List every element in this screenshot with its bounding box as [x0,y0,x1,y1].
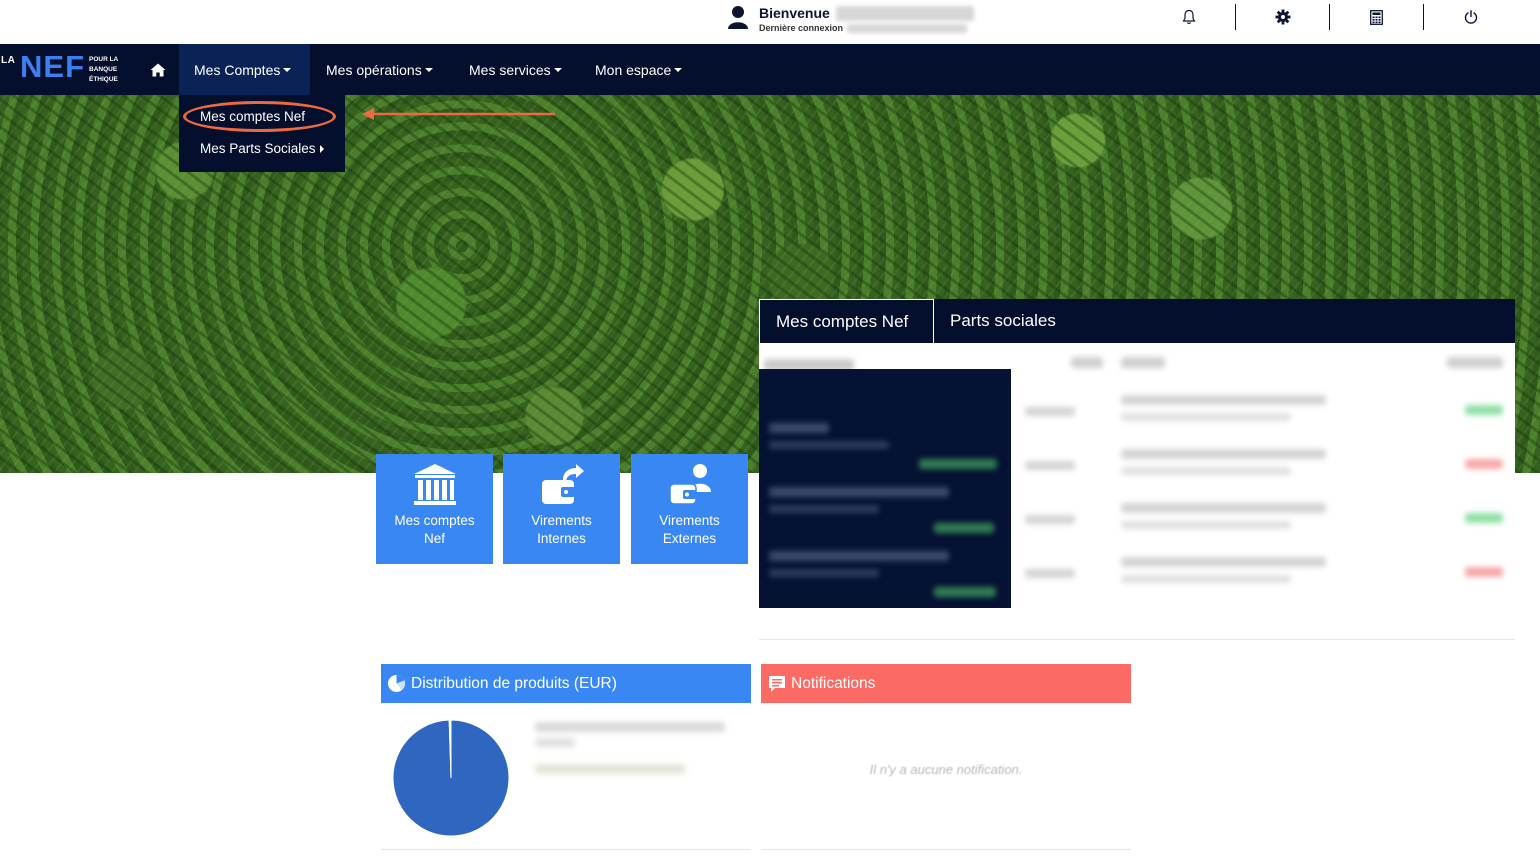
menu-item-mes-parts-sociales[interactable]: Mes Parts Sociales [200,141,324,156]
redacted-legend [535,722,725,732]
caret-down-icon [553,67,562,72]
redacted-date [1025,569,1075,578]
tab-label: Parts sociales [950,311,1056,330]
settings-button[interactable] [1236,4,1329,30]
distribution-header: Distribution de produits (EUR) [381,664,751,703]
distribution-pie-chart[interactable] [386,713,516,843]
notifications-empty-text: Il n'y a aucune notification. [869,762,1023,777]
nav-mes-operations[interactable]: Mes opérations [326,44,433,95]
redacted-label [1121,521,1291,529]
nav-mes-services[interactable]: Mes services [469,44,562,95]
wallet-transfer-icon [541,464,584,504]
distribution-title: Distribution de produits (EUR) [411,674,617,692]
logo-tagline-1: POUR LA [89,56,119,63]
tile-mes-comptes-nef[interactable]: Mes comptes Nef [376,454,493,564]
tile-label-line1: Virements [531,513,592,528]
top-icons [1142,4,1517,30]
redacted-legend [535,764,685,774]
caret-down-icon [424,67,433,72]
tile-label-line1: Virements [659,513,720,528]
nav-item-label: Mes services [469,61,551,78]
last-login-label: Dernière connexion [759,23,844,33]
redacted-amount [1465,567,1503,577]
pie-chart-icon [388,674,406,692]
calculator-button[interactable] [1330,4,1423,30]
tile-label-line2: Internes [537,531,586,546]
notifications-card: Notifications Il n'y a aucune notificati… [761,664,1131,850]
nav-mon-espace[interactable]: Mon espace [595,44,683,95]
gear-icon [1275,9,1290,25]
user-icon [728,6,748,29]
tile-label-line2: Externes [662,531,717,546]
redacted-amount [1465,405,1503,415]
logo-prefix: LA [1,55,16,66]
top-bar: Bienvenue Dernière connexion [0,0,1540,44]
caret-down-icon [674,67,683,72]
tile-virements-internes[interactable]: Virements Internes [503,454,620,564]
notifications-button[interactable] [1142,4,1235,30]
menu-item-label: Mes Parts Sociales [200,141,316,156]
logo-tagline-3: ÉTHIQUE [89,76,118,83]
main-nav: LA NEF POUR LA BANQUE ÉTHIQUE Mes Compte… [0,44,1540,95]
distribution-card: Distribution de produits (EUR) [381,664,751,850]
nav-item-label: Mon espace [595,61,672,78]
redacted-amount [1465,459,1503,469]
bell-icon [1181,9,1196,24]
caret-right-icon [319,144,324,153]
redacted-date [1025,461,1075,470]
redacted-header [1447,357,1503,368]
message-icon [769,675,785,692]
wallet-user-icon [668,464,711,505]
nef-logo[interactable]: LA NEF POUR LA BANQUE ÉTHIQUE [0,44,130,95]
tab-parts-sociales[interactable]: Parts sociales [934,299,1056,343]
accounts-panel: Mes comptes Nef Parts sociales [759,299,1515,640]
home-icon [150,63,166,76]
redacted-amount [1465,513,1503,523]
home-button[interactable] [140,44,176,95]
redacted-header [1121,357,1165,368]
tile-label-line1: Mes comptes [394,513,475,528]
logo-brand: NEF [20,49,85,84]
redacted-header [1071,357,1103,368]
accounts-tabs: Mes comptes Nef Parts sociales [759,299,1515,343]
redacted-date [1025,515,1075,524]
calculator-icon [1370,9,1383,25]
last-login-redacted [847,23,968,33]
redacted-label [1121,395,1326,405]
nav-mes-comptes[interactable]: Mes Comptes [179,44,310,95]
redacted-legend [535,738,575,747]
power-icon [1464,10,1477,24]
welcome-block: Bienvenue Dernière connexion [727,4,974,34]
redacted-date [1025,407,1075,416]
redacted-label [1121,449,1326,459]
nav-item-label: Mes opérations [326,61,422,78]
notifications-header: Notifications [761,664,1131,703]
user-name-redacted [835,5,974,21]
tab-label: Mes comptes Nef [776,311,909,331]
tile-label-line2: Nef [423,531,445,546]
redacted-label [1121,413,1291,421]
notifications-title: Notifications [791,674,876,692]
welcome-label: Bienvenue [759,5,830,21]
redacted-label [1121,503,1326,513]
logo-tagline-2: BANQUE [89,66,118,73]
bank-icon [413,464,456,505]
caret-down-icon [283,67,292,72]
highlight-circle [183,101,336,132]
page: Bienvenue Dernière connexion LA NEF POUR… [0,0,1540,865]
redacted-label [1121,467,1291,475]
redacted-label [1121,575,1291,583]
tile-virements-externes[interactable]: Virements Externes [631,454,748,564]
logout-button[interactable] [1424,4,1517,30]
pointer-arrow [362,108,555,120]
nav-item-label: Mes Comptes [194,61,281,78]
redacted-accounts [759,369,1011,608]
redacted-label [1121,557,1326,567]
tab-mes-comptes-nef[interactable]: Mes comptes Nef [759,299,934,343]
